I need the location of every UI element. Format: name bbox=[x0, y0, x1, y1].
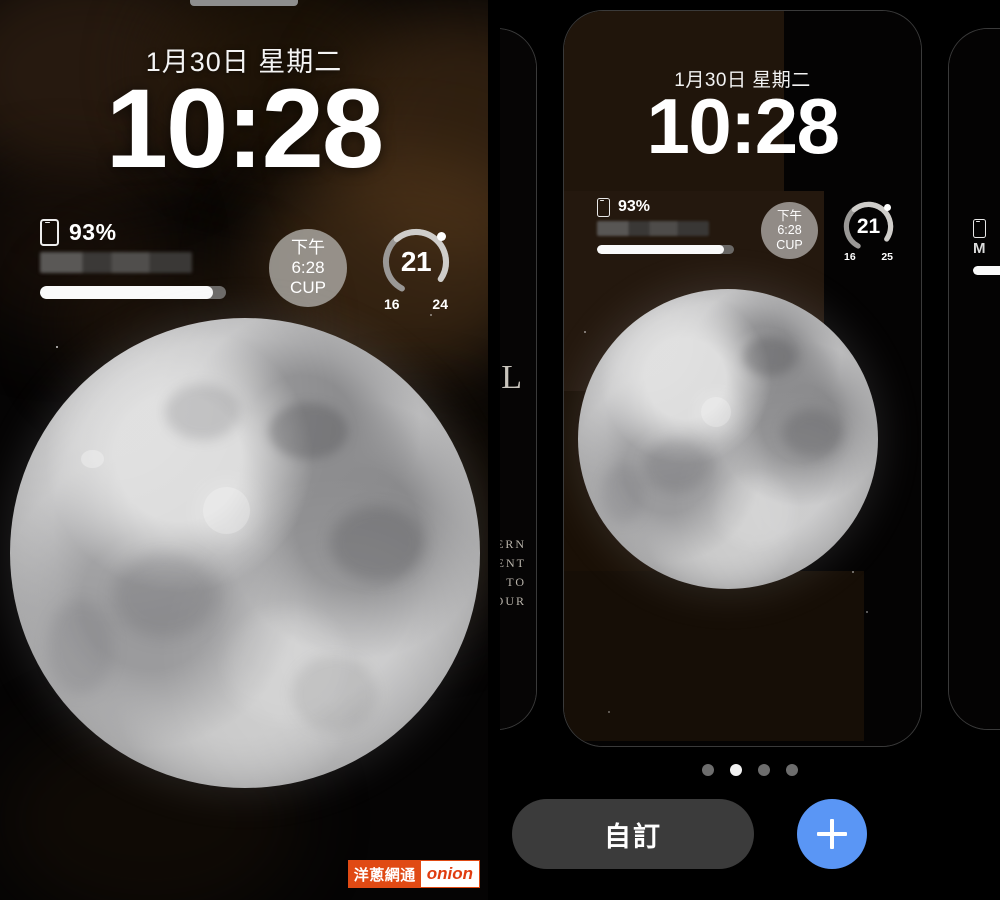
add-wallpaper-button[interactable] bbox=[797, 799, 867, 869]
moon-image bbox=[10, 318, 480, 788]
battery-percent: 93% bbox=[69, 218, 117, 245]
plus-icon bbox=[817, 819, 847, 849]
card-world-clock-city: CUP bbox=[776, 237, 803, 252]
redacted-label bbox=[40, 252, 192, 273]
quote-line-4: OUR bbox=[500, 594, 526, 608]
wallpaper-card-next[interactable]: M bbox=[948, 28, 1000, 730]
card-time: 10:28 bbox=[646, 82, 841, 170]
card-battery-fill bbox=[597, 245, 725, 254]
next-card-battery-label: M bbox=[973, 240, 986, 257]
next-card-battery-widget[interactable]: M bbox=[973, 219, 1000, 275]
card-widget-row: 93% 下午 6:28 CUP 21 16 25 bbox=[564, 193, 921, 263]
wallpaper-picker-panel: L ERN ENT S TO OUR 1月30日 星期二 10:28 bbox=[500, 0, 1000, 900]
card-world-clock-period: 下午 bbox=[776, 208, 802, 223]
quote-line-2: ENT bbox=[500, 556, 526, 570]
iphone-icon bbox=[40, 218, 59, 246]
next-card-battery-track bbox=[973, 266, 1000, 275]
status-bar-pill bbox=[190, 0, 298, 6]
quote-line-1: ERN bbox=[500, 537, 526, 551]
weather-widget[interactable]: 21 16 24 bbox=[380, 226, 462, 312]
weather-low: 16 bbox=[384, 296, 400, 312]
card-weather-low: 16 bbox=[844, 251, 856, 263]
watermark-right-text: onion bbox=[420, 861, 479, 887]
lock-screen-panel: 1月30日 星期二 10:28 93% 下午 6:28 CUP 21 16 24… bbox=[0, 0, 488, 900]
iphone-icon bbox=[597, 197, 610, 217]
battery-fill bbox=[40, 286, 213, 299]
next-card-wallpaper bbox=[949, 29, 1000, 729]
card-weather-widget[interactable]: 21 16 25 bbox=[842, 200, 902, 263]
card-weather-high: 25 bbox=[881, 251, 893, 263]
world-clock-widget[interactable]: 下午 6:28 CUP bbox=[269, 229, 347, 307]
card-battery-track bbox=[597, 245, 734, 254]
wallpaper-card-previous[interactable]: L ERN ENT S TO OUR bbox=[500, 28, 537, 730]
next-card-battery-fill bbox=[973, 266, 1000, 275]
quote-initial-glyph: L bbox=[501, 359, 522, 396]
screenshot-root: 1月30日 星期二 10:28 93% 下午 6:28 CUP 21 16 24… bbox=[0, 0, 1000, 900]
card-world-clock-time: 6:28 bbox=[777, 223, 802, 238]
card-world-clock-widget[interactable]: 下午 6:28 CUP bbox=[761, 202, 818, 259]
watermark-left-text: 洋蔥網通 bbox=[348, 861, 421, 887]
quote-text-lines: ERN ENT S TO OUR bbox=[500, 535, 526, 611]
page-indicator-dots[interactable] bbox=[500, 764, 1000, 776]
page-dot-4[interactable] bbox=[786, 764, 798, 776]
weather-temp: 21 bbox=[400, 246, 432, 277]
bottom-action-bar: 自訂 bbox=[500, 799, 1000, 875]
panel-divider bbox=[488, 0, 500, 900]
card-moon-image bbox=[578, 289, 878, 589]
card-battery-percent: 93% bbox=[618, 198, 651, 215]
battery-track bbox=[40, 286, 226, 299]
card-battery-widget[interactable]: 93% bbox=[597, 197, 747, 254]
page-dot-2[interactable] bbox=[730, 764, 742, 776]
page-dot-3[interactable] bbox=[758, 764, 770, 776]
customize-button[interactable]: 自訂 bbox=[512, 799, 754, 869]
card-redacted-label bbox=[597, 221, 709, 236]
page-dot-1[interactable] bbox=[702, 764, 714, 776]
lock-screen-time: 10:28 bbox=[105, 66, 384, 191]
world-clock-time: 6:28 bbox=[291, 258, 325, 277]
quote-line-3: S TO bbox=[500, 575, 526, 589]
card-weather-temp: 21 bbox=[856, 214, 881, 238]
battery-widget[interactable]: 93% bbox=[40, 218, 232, 299]
world-clock-period: 下午 bbox=[291, 238, 325, 257]
world-clock-city: CUP bbox=[290, 278, 326, 297]
site-watermark: 洋蔥網通 onion bbox=[347, 860, 480, 888]
wallpaper-card-selected[interactable]: 1月30日 星期二 10:28 93% 下午 6:28 CUP 21 16 25 bbox=[563, 10, 922, 747]
weather-high: 24 bbox=[432, 296, 448, 312]
iphone-icon bbox=[973, 219, 986, 238]
lock-widget-row: 93% 下午 6:28 CUP 21 16 24 bbox=[0, 212, 488, 312]
